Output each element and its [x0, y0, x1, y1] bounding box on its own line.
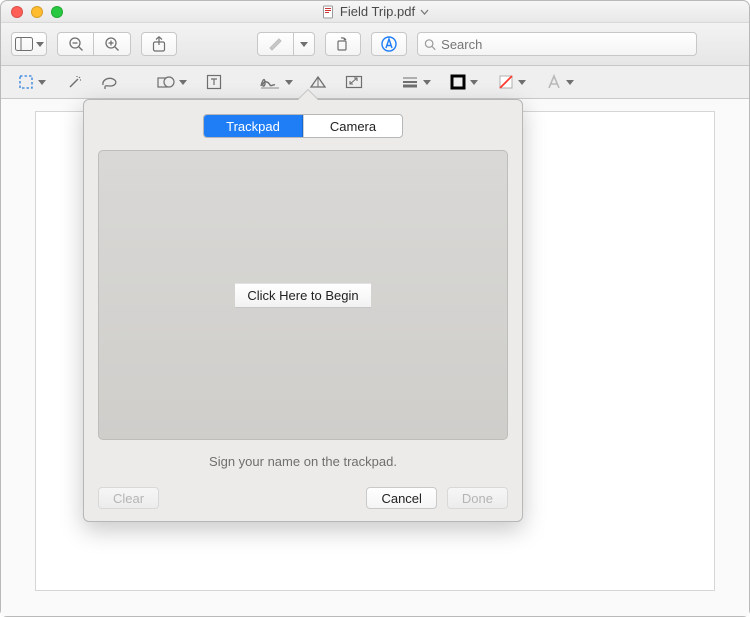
signature-popover: Trackpad Camera Click Here to Begin Sign… — [83, 99, 523, 522]
line-weight-tool[interactable] — [395, 68, 437, 96]
sidebar-button[interactable] — [11, 32, 47, 56]
clear-button: Clear — [98, 487, 159, 509]
cancel-button[interactable]: Cancel — [366, 487, 436, 509]
selection-icon — [18, 74, 34, 90]
app-window: Field Trip.pdf — [0, 0, 750, 617]
sign-tool[interactable] — [255, 68, 297, 96]
document-title: Field Trip.pdf — [340, 4, 415, 19]
chevron-down-icon — [38, 80, 46, 85]
chevron-down-icon — [179, 80, 187, 85]
shapes-icon — [157, 75, 175, 89]
zoom-out-icon — [68, 36, 84, 52]
tab-trackpad[interactable]: Trackpad — [204, 115, 303, 137]
chevron-down-icon — [420, 9, 429, 15]
highlight-button[interactable] — [258, 33, 294, 55]
fill-color-tool[interactable] — [491, 68, 533, 96]
share-icon — [152, 36, 166, 52]
done-button: Done — [447, 487, 508, 509]
document-area: Trackpad Camera Click Here to Begin Sign… — [1, 99, 749, 616]
popover-footer: Clear Cancel Done — [98, 487, 508, 509]
zoom-group — [57, 32, 131, 56]
chevron-down-icon — [300, 42, 308, 47]
instant-alpha-tool[interactable] — [59, 68, 89, 96]
share-button[interactable] — [141, 32, 177, 56]
chevron-down-icon — [566, 80, 574, 85]
lasso-icon — [100, 75, 120, 89]
document-icon — [321, 5, 335, 19]
sketch-tool[interactable] — [95, 68, 125, 96]
stroke-color-icon — [450, 74, 466, 90]
chevron-down-icon — [285, 80, 293, 85]
rotate-icon — [335, 36, 351, 52]
signature-source-tabs: Trackpad Camera — [203, 114, 403, 138]
chevron-down-icon — [423, 80, 431, 85]
line-weight-icon — [401, 76, 419, 88]
highlight-group — [257, 32, 315, 56]
text-tool[interactable] — [199, 68, 229, 96]
fullscreen-window-button[interactable] — [51, 6, 63, 18]
resize-icon — [345, 75, 363, 89]
chevron-down-icon — [518, 80, 526, 85]
selection-tool[interactable] — [11, 68, 53, 96]
font-tool[interactable] — [539, 68, 581, 96]
zoom-out-button[interactable] — [58, 33, 94, 55]
signature-icon — [259, 75, 281, 89]
main-toolbar — [1, 23, 749, 66]
shapes-tool[interactable] — [151, 68, 193, 96]
traffic-lights — [11, 6, 63, 18]
rotate-button[interactable] — [325, 32, 361, 56]
trackpad-canvas[interactable]: Click Here to Begin — [98, 150, 508, 440]
zoom-in-icon — [104, 36, 120, 52]
prism-icon — [309, 75, 327, 89]
highlight-menu-button[interactable] — [294, 33, 314, 55]
title-bar: Field Trip.pdf — [1, 1, 749, 23]
zoom-in-button[interactable] — [94, 33, 130, 55]
minimize-window-button[interactable] — [31, 6, 43, 18]
search-icon — [424, 38, 436, 51]
chevron-down-icon — [36, 42, 44, 47]
markup-toolbar — [1, 66, 749, 99]
chevron-down-icon — [470, 80, 478, 85]
markup-toggle-button[interactable] — [371, 32, 407, 56]
adjust-size-tool[interactable] — [339, 68, 369, 96]
sidebar-icon — [15, 37, 33, 51]
stroke-color-tool[interactable] — [443, 68, 485, 96]
begin-button[interactable]: Click Here to Begin — [235, 283, 370, 308]
instruction-text: Sign your name on the trackpad. — [98, 454, 508, 469]
tab-camera[interactable]: Camera — [303, 115, 402, 137]
highlighter-icon — [267, 37, 285, 51]
magic-wand-icon — [65, 74, 83, 90]
text-box-icon — [206, 74, 222, 90]
search-field[interactable] — [417, 32, 697, 56]
search-input[interactable] — [441, 37, 690, 52]
close-window-button[interactable] — [11, 6, 23, 18]
window-title[interactable]: Field Trip.pdf — [321, 4, 429, 19]
font-icon — [546, 74, 562, 90]
markup-icon — [380, 35, 398, 53]
fill-color-icon — [498, 74, 514, 90]
